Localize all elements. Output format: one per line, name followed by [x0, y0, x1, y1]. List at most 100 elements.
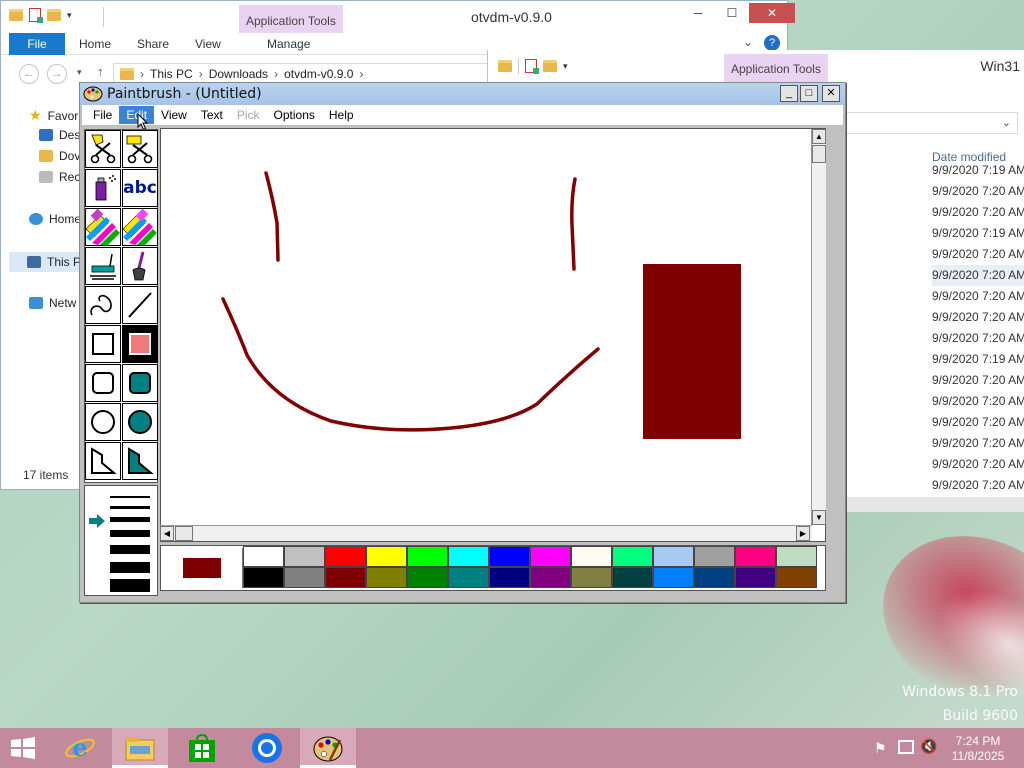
new-folder-icon[interactable] [47, 9, 61, 21]
tool-filled-circle[interactable] [122, 403, 158, 441]
tool-airbrush[interactable] [85, 169, 121, 207]
palette-swatch[interactable] [694, 567, 735, 588]
list-item-date[interactable]: 9/9/2020 7:20 AM [932, 412, 1024, 433]
vertical-scrollbar[interactable]: ▲ ▼ [811, 129, 826, 525]
line-width-option[interactable] [110, 506, 150, 509]
palette-swatch[interactable] [571, 546, 612, 567]
line-width-option[interactable] [110, 530, 150, 537]
palette-swatch[interactable] [489, 546, 530, 567]
title-bar[interactable]: Paintbrush - (Untitled) _ □ ✕ [80, 83, 845, 105]
line-width-option[interactable] [110, 496, 150, 498]
start-button[interactable] [8, 736, 38, 760]
palette-swatch[interactable] [243, 546, 284, 567]
tab-view[interactable]: View [185, 33, 231, 55]
menu-options[interactable]: Options [267, 106, 322, 124]
horizontal-scrollbar[interactable]: ◀ ▶ [160, 525, 812, 541]
palette-swatch[interactable] [694, 546, 735, 567]
scroll-left-button[interactable]: ◀ [160, 526, 174, 541]
taskbar-internet-explorer[interactable]: e [62, 732, 98, 764]
palette-swatch[interactable] [284, 546, 325, 567]
chevron-down-icon[interactable]: ▾ [67, 10, 72, 21]
close-button[interactable]: ✕ [822, 85, 840, 102]
tab-home[interactable]: Home [69, 33, 121, 55]
tool-filled-polygon[interactable] [122, 442, 158, 480]
tool-pick[interactable] [122, 130, 158, 168]
palette-swatch[interactable] [407, 546, 448, 567]
up-arrow-icon[interactable]: ↑ [97, 64, 104, 79]
recent-locations-icon[interactable]: ▾ [77, 67, 82, 78]
taskbar-paintbrush[interactable] [300, 728, 356, 768]
palette-swatch[interactable] [407, 567, 448, 588]
new-folder-icon[interactable] [543, 60, 557, 72]
title-bar[interactable]: ▾ Application Tools otvdm-v0.9.0 ─ ☐ ✕ [1, 1, 795, 34]
tool-scissors[interactable] [85, 130, 121, 168]
tool-brush[interactable] [122, 247, 158, 285]
address-bar[interactable]: ⌄ [838, 112, 1018, 134]
palette-swatch[interactable] [776, 546, 817, 567]
nav-this-pc[interactable]: This P [9, 252, 87, 272]
palette-swatch[interactable] [776, 567, 817, 588]
nav-favorites[interactable]: ★ Favor [29, 107, 78, 124]
scroll-right-button[interactable]: ▶ [796, 526, 810, 541]
tool-curve[interactable] [85, 286, 121, 324]
list-item-date[interactable]: 9/9/2020 7:20 AM [932, 286, 1024, 307]
nav-desktop[interactable]: Des [39, 128, 80, 142]
palette-swatch[interactable] [571, 567, 612, 588]
list-item-date[interactable]: 9/9/2020 7:20 AM [932, 391, 1024, 412]
tool-filled-rounded-box[interactable] [122, 364, 158, 402]
properties-icon[interactable] [29, 8, 43, 23]
list-item-date[interactable]: 9/9/2020 7:20 AM [932, 475, 1024, 496]
forward-button[interactable]: → [47, 64, 67, 84]
palette-swatch[interactable] [612, 546, 653, 567]
context-tab-application-tools[interactable]: Application Tools [239, 5, 343, 34]
palette-swatch[interactable] [530, 567, 571, 588]
properties-icon[interactable] [525, 59, 539, 74]
palette-swatch[interactable] [653, 546, 694, 567]
close-button[interactable]: ✕ [749, 3, 795, 23]
breadcrumb-otvdm[interactable]: otvdm-v0.9.0 [284, 67, 353, 81]
palette-swatch[interactable] [735, 567, 776, 588]
tool-polygon[interactable] [85, 442, 121, 480]
tab-manage[interactable]: Manage [257, 33, 320, 55]
scroll-down-button[interactable]: ▼ [812, 510, 826, 525]
help-icon[interactable]: ? [764, 35, 780, 51]
scroll-thumb[interactable] [812, 145, 826, 163]
tool-box[interactable] [85, 325, 121, 363]
horizontal-scrollbar[interactable] [846, 497, 1024, 512]
paintbrush-app-icon[interactable] [83, 85, 103, 103]
menu-text[interactable]: Text [194, 106, 230, 124]
list-item-date[interactable]: 9/9/2020 7:20 AM [932, 244, 1024, 265]
taskbar-file-explorer[interactable] [112, 728, 168, 768]
speaker-muted-icon[interactable]: 🔇 [920, 738, 937, 755]
palette-swatch[interactable] [325, 546, 366, 567]
palette-swatch[interactable] [653, 567, 694, 588]
tool-text[interactable]: abc [122, 169, 158, 207]
menu-file[interactable]: File [86, 106, 119, 124]
palette-swatch[interactable] [366, 567, 407, 588]
nav-network[interactable]: Netw [29, 296, 76, 310]
line-width-option[interactable] [110, 517, 150, 522]
chevron-down-icon[interactable]: ▾ [563, 61, 568, 72]
palette-swatch[interactable] [284, 567, 325, 588]
list-item-date[interactable]: 9/9/2020 7:20 AM [932, 370, 1024, 391]
tool-rounded-box[interactable] [85, 364, 121, 402]
minimize-button[interactable]: ─ [681, 3, 715, 23]
palette-swatch[interactable] [612, 567, 653, 588]
list-item-date[interactable]: 9/9/2020 7:20 AM [932, 454, 1024, 475]
context-tab-application-tools[interactable]: Application Tools [724, 54, 828, 82]
back-button[interactable]: ← [19, 64, 39, 84]
palette-swatch[interactable] [489, 567, 530, 588]
list-item-date[interactable]: 9/9/2020 7:19 AM [932, 349, 1024, 370]
nav-downloads[interactable]: Dov [39, 149, 80, 163]
menu-view[interactable]: View [154, 106, 194, 124]
palette-swatch[interactable] [243, 567, 284, 588]
palette-swatch[interactable] [448, 567, 489, 588]
chevron-down-icon[interactable]: ⌄ [743, 35, 753, 49]
list-item-date[interactable]: 9/9/2020 7:19 AM [932, 223, 1024, 244]
breadcrumb-this-pc[interactable]: This PC [150, 67, 193, 81]
chevron-down-icon[interactable]: ⌄ [1002, 116, 1011, 129]
action-center-flag-icon[interactable]: ⚑ [874, 740, 887, 757]
palette-swatch[interactable] [530, 546, 571, 567]
list-item-date[interactable]: 9/9/2020 7:19 AM [932, 160, 1024, 181]
palette-swatch[interactable] [735, 546, 776, 567]
